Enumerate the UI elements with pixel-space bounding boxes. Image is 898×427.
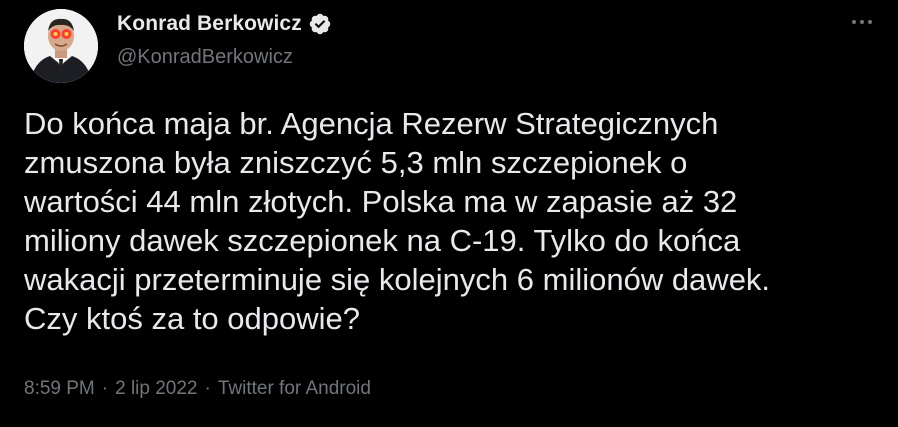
tweet-source[interactable]: Twitter for Android <box>218 378 371 400</box>
author-display-name[interactable]: Konrad Berkowicz <box>117 12 302 36</box>
more-dot <box>860 20 864 24</box>
tweet-date[interactable]: 2 lip 2022 <box>115 378 197 400</box>
author-name-row: Konrad Berkowicz <box>117 12 332 36</box>
tweet-card: Konrad Berkowicz @KonradBerkowicz Do koń… <box>0 0 898 427</box>
avatar-image <box>24 9 98 83</box>
verified-badge-icon <box>308 12 332 36</box>
tweet-text: Do końca maja br. Agencja Rezerw Strateg… <box>24 106 771 336</box>
tweet-time[interactable]: 8:59 PM <box>24 378 95 400</box>
tweet-metadata: 8:59 PM · 2 lip 2022 · Twitter for Andro… <box>24 378 371 400</box>
author-handle[interactable]: @KonradBerkowicz <box>117 46 293 69</box>
more-options-icon[interactable] <box>848 16 876 28</box>
meta-separator: · <box>204 378 211 399</box>
meta-separator: · <box>101 378 109 399</box>
more-dot <box>868 20 872 24</box>
avatar[interactable] <box>24 9 98 83</box>
more-dot <box>852 20 856 24</box>
